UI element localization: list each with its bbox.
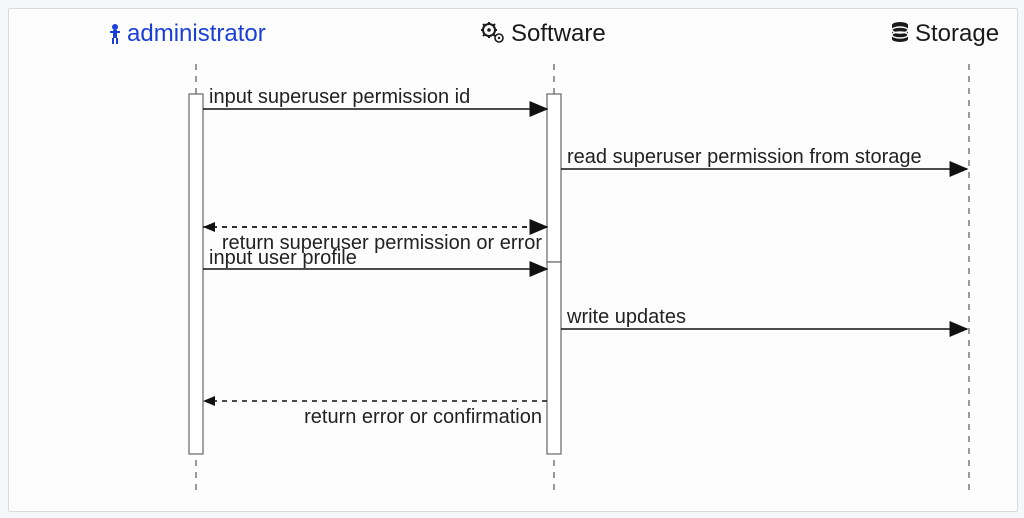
message-m6-label: return error or confirmation (304, 406, 542, 428)
message-m6: return error or confirmation (203, 396, 547, 428)
message-m1: input superuser permission id (203, 86, 547, 109)
participant-software-label: Software (511, 20, 606, 47)
person-icon (110, 24, 120, 44)
message-m5-label: write updates (566, 306, 686, 328)
activation-administrator (189, 94, 203, 454)
database-icon (892, 22, 908, 42)
participant-storage: Storage (892, 20, 999, 494)
message-m5: write updates (561, 306, 967, 329)
message-m2: read superuser permission from storage (561, 146, 967, 169)
message-m1-label: input superuser permission id (209, 86, 470, 108)
activation-software-2 (547, 262, 561, 454)
message-m4-label: input user profile (209, 247, 357, 269)
activation-software-1 (547, 94, 561, 262)
participant-storage-label: Storage (915, 20, 999, 47)
sequence-diagram: administrator Software (9, 9, 1017, 511)
gears-icon (481, 22, 503, 42)
participant-administrator-label: administrator (127, 20, 266, 47)
diagram-frame: administrator Software (8, 8, 1018, 512)
message-m2-label: read superuser permission from storage (567, 146, 922, 168)
